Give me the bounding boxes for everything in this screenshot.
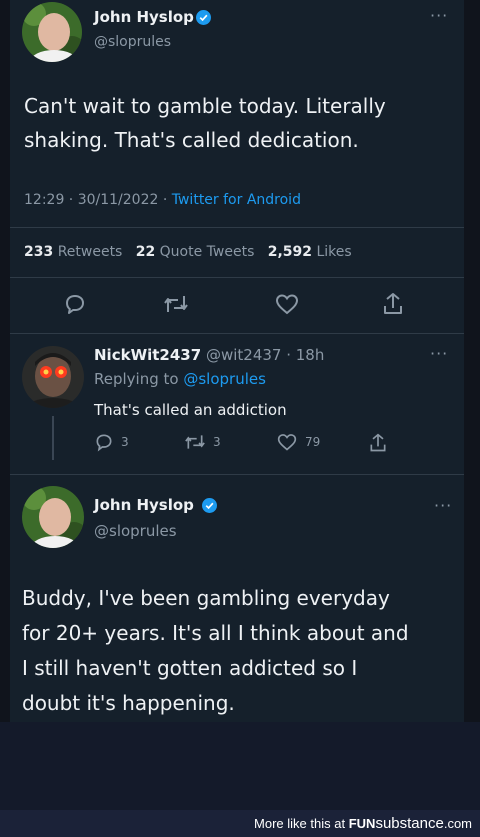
reply-header: NickWit2437 @wit2437 · 18h bbox=[94, 346, 324, 364]
author-handle[interactable]: @sloprules bbox=[94, 522, 177, 540]
divider bbox=[10, 333, 464, 334]
watermark-brand-rest: substance bbox=[375, 815, 444, 832]
watermark-brand-bold: FUN bbox=[348, 816, 376, 831]
tweet-text-line-1: Can't wait to gamble today. Literally bbox=[24, 94, 386, 118]
like-icon bbox=[277, 434, 297, 451]
verified-icon bbox=[202, 498, 217, 513]
retweets-label: Retweets bbox=[57, 244, 123, 260]
watermark-prefix: More like this at bbox=[254, 816, 346, 831]
watermark: More like this at FUNsubstance.com bbox=[254, 815, 472, 832]
share-icon[interactable] bbox=[381, 291, 405, 317]
replying-to-label: Replying to bbox=[94, 370, 179, 388]
divider bbox=[10, 474, 464, 475]
reply-handle-time[interactable]: @wit2437 · 18h bbox=[206, 346, 324, 364]
quotes-count: 22 bbox=[135, 244, 156, 260]
divider bbox=[10, 227, 464, 228]
avatar[interactable] bbox=[22, 2, 82, 62]
thread-line bbox=[52, 416, 54, 460]
author-name[interactable]: John Hyslop bbox=[94, 496, 194, 514]
reply-author-name[interactable]: NickWit2437 bbox=[94, 346, 201, 364]
like-icon[interactable] bbox=[274, 292, 300, 316]
divider bbox=[10, 277, 464, 278]
quote-tweets-stat[interactable]: 22 Quote Tweets bbox=[136, 244, 259, 260]
likes-label: Likes bbox=[316, 244, 352, 260]
retweet-icon bbox=[185, 435, 205, 449]
reply-action-retweet[interactable]: 3 bbox=[184, 432, 221, 452]
watermark-bar: More like this at FUNsubstance.com bbox=[0, 810, 480, 837]
reply-text: That's called an addiction bbox=[94, 401, 287, 419]
tweet-source[interactable]: Twitter for Android bbox=[172, 192, 301, 208]
tweet-text-line-2: shaking. That's called dedication. bbox=[24, 128, 359, 152]
tweet-meta: 12:29 · 30/11/2022 · Twitter for Android bbox=[24, 192, 301, 208]
author-handle[interactable]: @sloprules bbox=[94, 34, 171, 50]
tweet-text-line-3: I still haven't gotten addicted so I bbox=[22, 656, 358, 680]
quotes-label: Quote Tweets bbox=[159, 244, 255, 260]
more-icon[interactable]: ··· bbox=[430, 6, 448, 25]
reply-avatar[interactable] bbox=[22, 346, 84, 408]
verified-icon bbox=[196, 10, 211, 25]
replying-to: Replying to @sloprules bbox=[94, 370, 266, 388]
author-name[interactable]: John Hyslop bbox=[94, 8, 194, 26]
share-icon[interactable] bbox=[368, 432, 388, 454]
tweet-thread: John Hyslop @sloprules ··· Can't wait to… bbox=[0, 0, 480, 722]
tweet-text-line-1: Buddy, I've been gambling everyday bbox=[22, 586, 390, 610]
likes-count: 2,592 bbox=[267, 244, 313, 260]
retweet-count: 3 bbox=[213, 435, 221, 449]
tweet-stats: 233 Retweets 22 Quote Tweets 2,592 Likes bbox=[24, 244, 352, 260]
tweet-text-line-2: for 20+ years. It's all I think about an… bbox=[22, 621, 409, 645]
more-icon[interactable]: ··· bbox=[430, 344, 448, 363]
right-edge bbox=[464, 0, 480, 722]
tweet-text-line-4: doubt it's happening. bbox=[22, 691, 235, 715]
more-icon[interactable]: ··· bbox=[434, 496, 452, 515]
reply-count: 3 bbox=[121, 435, 129, 449]
retweets-count: 233 bbox=[24, 244, 54, 260]
avatar[interactable] bbox=[22, 486, 84, 548]
like-count: 79 bbox=[305, 435, 321, 449]
likes-stat[interactable]: 2,592 Likes bbox=[268, 244, 352, 260]
left-edge bbox=[0, 0, 10, 722]
reply-icon bbox=[96, 434, 112, 452]
retweets-stat[interactable]: 233 Retweets bbox=[24, 244, 127, 260]
retweet-icon[interactable] bbox=[163, 292, 189, 316]
watermark-tld: .com bbox=[443, 816, 472, 831]
timestamp[interactable]: 12:29 · 30/11/2022 · bbox=[24, 192, 167, 208]
reply-action-like[interactable]: 79 bbox=[276, 432, 320, 452]
reply-action-reply[interactable]: 3 bbox=[94, 432, 129, 452]
reply-icon[interactable] bbox=[63, 292, 87, 316]
replying-to-handle[interactable]: @sloprules bbox=[183, 370, 266, 388]
